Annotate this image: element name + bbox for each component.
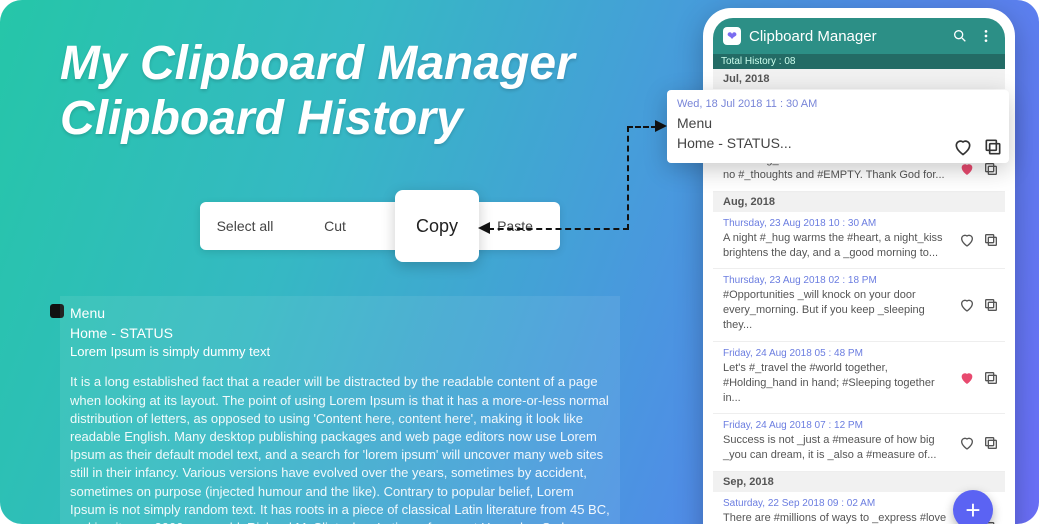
favorite-icon[interactable]	[959, 161, 975, 177]
month-header-jul: Jul, 2018	[713, 69, 1005, 89]
promo-stage: My Clipboard Manager Clipboard History S…	[0, 0, 1039, 524]
search-icon[interactable]	[951, 28, 969, 44]
total-history-bar: Total History : 08	[713, 54, 1005, 69]
popout-line2: Home - STATUS...	[677, 134, 999, 154]
connector-line	[488, 228, 629, 230]
headline-line2: Clipboard History	[60, 91, 575, 146]
entry-body: A night #_hug warms the #heart, a night_…	[723, 231, 995, 261]
copy-button[interactable]: Copy	[395, 190, 479, 262]
app-bar: ❤ Clipboard Manager	[713, 18, 1005, 54]
entry-timestamp: Friday, 24 Aug 2018 05 : 48 PM	[723, 348, 995, 359]
popout-timestamp: Wed, 18 Jul 2018 11 : 30 AM	[677, 98, 999, 110]
context-toolbar: Select all Cut . Paste Copy	[200, 202, 560, 250]
more-icon[interactable]	[977, 28, 995, 44]
favorite-icon[interactable]	[953, 137, 969, 153]
cut-button[interactable]: Cut	[290, 218, 380, 234]
connector-line	[627, 126, 657, 128]
phone-mockup: ❤ Clipboard Manager Total History : 08 J…	[703, 8, 1015, 524]
add-fab[interactable]: +	[953, 490, 993, 524]
arrow-left-icon	[478, 222, 490, 234]
entry-timestamp: Friday, 24 Aug 2018 07 : 12 PM	[723, 420, 995, 431]
list-item[interactable]: Thursday, 23 Aug 2018 10 : 30 AM A night…	[713, 212, 1005, 270]
heart-icon: ❤	[723, 27, 741, 45]
copy-icon[interactable]	[983, 137, 999, 153]
headline: My Clipboard Manager Clipboard History	[60, 36, 575, 146]
selected-text-block: Menu Home - STATUS Lorem Ipsum is simply…	[60, 290, 620, 524]
copy-icon[interactable]	[983, 370, 999, 386]
favorite-icon[interactable]	[959, 435, 975, 451]
sel-paragraph: It is a long established fact that a rea…	[70, 373, 610, 524]
entry-body: Let's #_travel the #world together, #Hol…	[723, 361, 995, 406]
list-item[interactable]: Thursday, 23 Aug 2018 02 : 18 PM #Opport…	[713, 269, 1005, 342]
headline-line1: My Clipboard Manager	[60, 36, 575, 91]
favorite-icon[interactable]	[959, 232, 975, 248]
copy-icon[interactable]	[983, 435, 999, 451]
month-header-aug: Aug, 2018	[713, 192, 1005, 212]
entry-body: #Opportunities _will knock on your door …	[723, 288, 995, 333]
copy-icon[interactable]	[983, 232, 999, 248]
select-all-button[interactable]: Select all	[200, 218, 290, 234]
list-item[interactable]: Friday, 24 Aug 2018 05 : 48 PM Let's #_t…	[713, 342, 1005, 415]
entry-timestamp: Thursday, 23 Aug 2018 02 : 18 PM	[723, 275, 995, 286]
entry-body: Success is not _just a #measure of how b…	[723, 433, 995, 463]
app-title: Clipboard Manager	[749, 28, 943, 45]
favorite-icon[interactable]	[959, 297, 975, 313]
sel-lorem: Lorem Ipsum is simply dummy text	[70, 343, 610, 361]
sel-status: Home - STATUS	[70, 324, 610, 344]
connector-line	[627, 126, 629, 230]
popout-line1: Menu	[677, 114, 999, 134]
sel-menu: Menu	[70, 304, 610, 324]
copy-icon[interactable]	[983, 161, 999, 177]
list-item[interactable]: Friday, 24 Aug 2018 07 : 12 PM Success i…	[713, 414, 1005, 472]
month-header-sep: Sep, 2018	[713, 472, 1005, 492]
popout-entry-card[interactable]: Wed, 18 Jul 2018 11 : 30 AM Menu Home - …	[667, 90, 1009, 163]
entry-timestamp: Thursday, 23 Aug 2018 10 : 30 AM	[723, 218, 995, 229]
favorite-icon[interactable]	[959, 370, 975, 386]
arrow-right-icon	[655, 120, 667, 132]
copy-icon[interactable]	[983, 297, 999, 313]
